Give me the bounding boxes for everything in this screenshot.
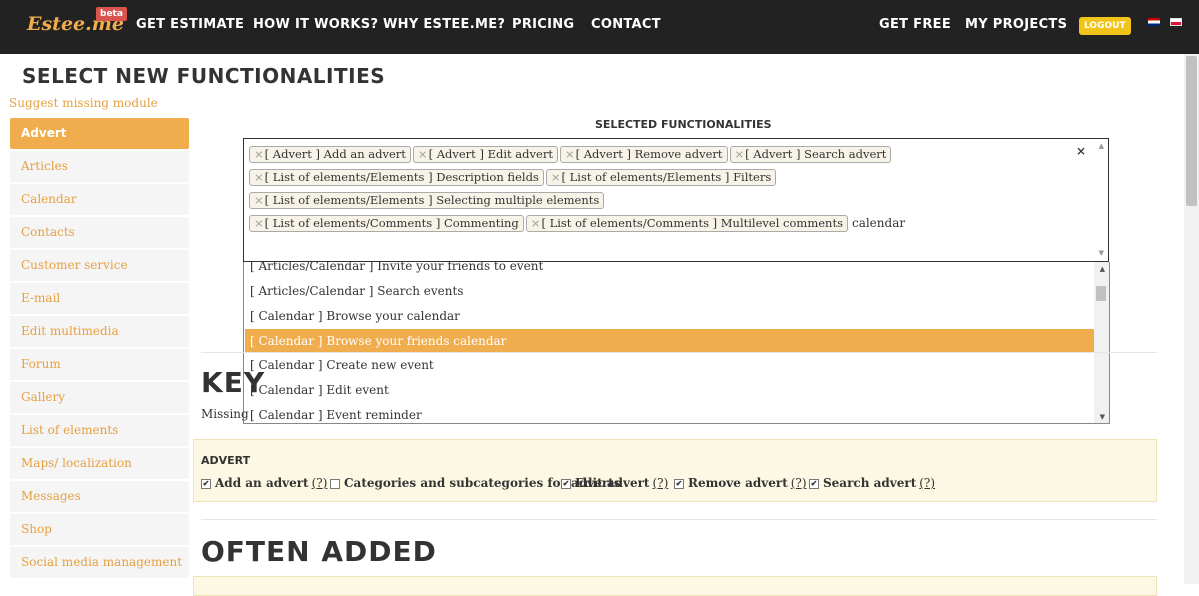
checkbox-checked[interactable]: ✔ <box>674 478 684 489</box>
nav-my-projects[interactable]: MY PROJECTS <box>965 17 1067 32</box>
remove-tag-icon[interactable]: × <box>254 170 264 184</box>
sidebar-item-advert[interactable]: Advert <box>10 118 189 149</box>
selected-tag[interactable]: ×[ List of elements/Elements ] Selecting… <box>249 192 605 209</box>
remove-tag-icon[interactable]: × <box>551 170 561 184</box>
dropdown-scrollbar[interactable]: ▲ ▼ <box>1094 262 1109 423</box>
dropdown-option[interactable]: [ Calendar ] Browse your calendar <box>245 304 1095 328</box>
page-scrollbar[interactable] <box>1184 54 1199 584</box>
nav-how-it-works[interactable]: HOW IT WORKS? <box>253 17 378 32</box>
sidebar-item-maps[interactable]: Maps/ localization <box>10 448 189 479</box>
selected-tag[interactable]: ×[ List of elements/Elements ] Descripti… <box>249 169 544 186</box>
often-added-panel <box>193 576 1157 596</box>
sidebar-item-shop[interactable]: Shop <box>10 514 189 545</box>
scroll-up-icon[interactable]: ▲ <box>1099 142 1104 150</box>
functionalities-multiselect[interactable]: ×[ Advert ] Add an advert ×[ Advert ] Edi… <box>243 138 1109 262</box>
checkbox-checked[interactable]: ✔ <box>201 478 211 489</box>
selected-tag[interactable]: ×[ List of elements/Elements ] Filters <box>545 169 777 186</box>
missing-text: Missing <box>201 407 249 421</box>
category-sidebar: Advert Articles Calendar Contacts Custom… <box>10 118 189 580</box>
sidebar-item-social-media[interactable]: Social media management <box>10 547 189 578</box>
sidebar-item-customer-service[interactable]: Customer service <box>10 250 189 281</box>
selected-tag[interactable]: ×[ Advert ] Add an advert <box>249 146 411 163</box>
checkbox-checked[interactable]: ✔ <box>809 478 819 489</box>
selected-functionalities-label: SELECTED FUNCTIONALITIES <box>595 118 772 131</box>
checkbox-checked[interactable]: ✔ <box>561 478 571 489</box>
option-remove-advert[interactable]: ✔ Remove advert (?) <box>674 476 807 490</box>
advert-panel: ADVERT ✔ Add an advert (?) Categories and … <box>193 439 1157 502</box>
sidebar-item-contacts[interactable]: Contacts <box>10 217 189 248</box>
help-link[interactable]: (?) <box>919 476 935 490</box>
remove-tag-icon[interactable]: × <box>735 147 745 161</box>
divider <box>201 519 1157 520</box>
scroll-up-icon[interactable]: ▲ <box>1100 265 1105 273</box>
often-added-heading: OFTEN ADDED <box>201 535 437 568</box>
sidebar-item-list-of-elements[interactable]: List of elements <box>10 415 189 446</box>
sidebar-item-edit-multimedia[interactable]: Edit multimedia <box>10 316 189 347</box>
selected-tag[interactable]: ×[ Advert ] Edit advert <box>412 146 558 163</box>
help-link[interactable]: (?) <box>312 476 328 490</box>
key-heading: KEY <box>201 366 266 399</box>
scrollbar-thumb[interactable] <box>1186 56 1197 206</box>
help-link[interactable]: (?) <box>791 476 807 490</box>
sidebar-item-articles[interactable]: Articles <box>10 151 189 182</box>
remove-tag-icon[interactable]: × <box>565 147 575 161</box>
dropdown-option[interactable]: [ Calendar ] Event reminder <box>245 403 1095 423</box>
option-search-advert[interactable]: ✔ Search advert (?) <box>809 476 935 490</box>
nav-get-free[interactable]: GET FREE <box>879 17 951 32</box>
logout-button[interactable]: LOGOUT <box>1079 17 1131 35</box>
remove-tag-icon[interactable]: × <box>531 216 541 230</box>
nav-pricing[interactable]: PRICING <box>512 17 574 32</box>
checkbox-unchecked[interactable] <box>330 478 340 489</box>
flag-pl-icon[interactable] <box>1170 18 1182 26</box>
nav-contact[interactable]: CONTACT <box>591 17 661 32</box>
dropdown-option[interactable]: [ Calendar ] Create new event <box>245 353 1095 377</box>
selected-tag[interactable]: ×[ Advert ] Remove advert <box>559 146 728 163</box>
search-input[interactable]: calendar <box>852 216 905 230</box>
option-add-advert[interactable]: ✔ Add an advert (?) <box>201 476 327 490</box>
divider <box>201 352 1157 353</box>
sidebar-item-email[interactable]: E-mail <box>10 283 189 314</box>
nav-why-estee[interactable]: WHY ESTEE.ME? <box>383 17 505 32</box>
scroll-down-icon[interactable]: ▼ <box>1100 413 1105 421</box>
help-link[interactable]: (?) <box>652 476 668 490</box>
search-results-dropdown: [ Articles/Calendar ] Invite your friend… <box>243 262 1110 424</box>
beta-badge: beta <box>96 7 127 21</box>
sidebar-item-messages[interactable]: Messages <box>10 481 189 512</box>
sidebar-item-gallery[interactable]: Gallery <box>10 382 189 413</box>
suggest-module-link[interactable]: Suggest missing module <box>9 96 158 110</box>
dropdown-option[interactable]: [ Articles/Calendar ] Search events <box>245 279 1095 303</box>
flag-en-icon[interactable] <box>1148 18 1160 26</box>
selected-tags: ×[ Advert ] Add an advert ×[ Advert ] Edi… <box>249 143 1069 235</box>
remove-tag-icon[interactable]: × <box>254 216 264 230</box>
remove-tag-icon[interactable]: × <box>254 193 264 207</box>
sidebar-item-forum[interactable]: Forum <box>10 349 189 380</box>
top-navbar: Estee.me beta GET ESTIMATE HOW IT WORKS?… <box>0 0 1199 54</box>
clear-all-icon[interactable]: × <box>1076 144 1086 158</box>
page-title: SELECT NEW FUNCTIONALITIES <box>22 64 386 88</box>
sidebar-item-calendar[interactable]: Calendar <box>10 184 189 215</box>
dropdown-option[interactable]: [ Articles/Calendar ] Invite your friend… <box>245 262 1095 278</box>
remove-tag-icon[interactable]: × <box>418 147 428 161</box>
remove-tag-icon[interactable]: × <box>254 147 264 161</box>
dropdown-option[interactable]: [ Calendar ] Edit event <box>245 378 1095 402</box>
nav-get-estimate[interactable]: GET ESTIMATE <box>136 17 244 32</box>
option-edit-advert[interactable]: ✔ Edit advert (?) <box>561 476 668 490</box>
selected-tag[interactable]: ×[ Advert ] Search advert <box>729 146 892 163</box>
panel-title: ADVERT <box>201 454 251 467</box>
scroll-down-icon[interactable]: ▼ <box>1099 249 1104 257</box>
selected-tag[interactable]: ×[ List of elements/Comments ] Commentin… <box>249 215 524 232</box>
dropdown-option-highlighted[interactable]: [ Calendar ] Browse your friends calenda… <box>245 329 1095 353</box>
scrollbar-thumb[interactable] <box>1096 286 1106 301</box>
selected-tag[interactable]: ×[ List of elements/Comments ] Multileve… <box>525 215 848 232</box>
